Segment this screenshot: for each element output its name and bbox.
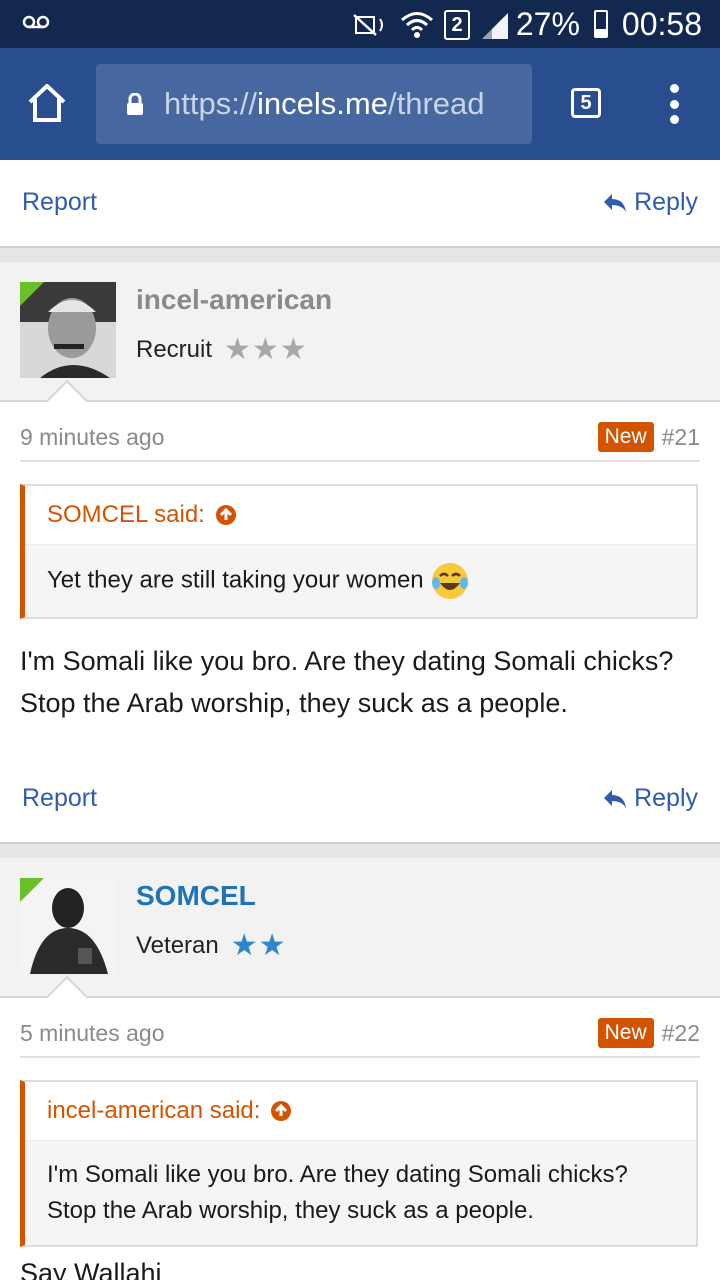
sim-indicator: 2 xyxy=(444,10,470,40)
home-icon[interactable] xyxy=(26,82,68,124)
url-bar[interactable]: https://incels.me/thread xyxy=(96,64,532,144)
user-rank-title: Veteran xyxy=(136,931,219,959)
battery-percent: 27% xyxy=(515,5,580,42)
arrow-up-circle-icon[interactable] xyxy=(270,1100,292,1122)
username[interactable]: incel-american xyxy=(136,284,332,316)
crying-laughing-emoji-icon xyxy=(432,563,469,599)
post-user-block: incel-american Recruit ★★★ xyxy=(0,262,720,423)
quote-text: Yet they are still taking your women xyxy=(25,545,696,617)
online-indicator xyxy=(20,878,44,902)
new-badge: New xyxy=(597,1018,654,1048)
new-badge: New xyxy=(597,422,654,452)
username[interactable]: SOMCEL xyxy=(136,880,256,912)
post-user-block: SOMCEL Veteran ★★ xyxy=(0,858,720,1019)
post-message: I'm Somali like you bro. Are they dating… xyxy=(20,646,674,718)
quote-header[interactable]: incel-american said: xyxy=(25,1082,696,1141)
rank-stars-icon: ★★ xyxy=(230,929,287,962)
post-number[interactable]: #22 xyxy=(662,1020,700,1047)
quote-text: I'm Somali like you bro. Are they dating… xyxy=(25,1141,696,1245)
post-actions: Report Reply xyxy=(22,784,698,813)
post-meta: 9 minutes ago New #21 xyxy=(20,414,700,462)
rank-stars-icon: ★★★ xyxy=(224,333,308,366)
avatar[interactable] xyxy=(20,282,116,378)
user-rank-title: Recruit xyxy=(136,335,213,363)
quote-block: SOMCEL said: Yet they are still taking y… xyxy=(20,484,698,619)
user-rank: Veteran ★★ xyxy=(136,928,287,963)
thread-content: Report Reply incel-american Recruit ★★★ xyxy=(0,160,720,1280)
reply-button[interactable]: Reply xyxy=(602,188,698,217)
lock-icon xyxy=(127,93,143,115)
url-text: https://incels.me/thread xyxy=(164,86,485,121)
post-meta: 5 minutes ago New #22 xyxy=(20,1010,700,1058)
reply-button[interactable]: Reply xyxy=(602,784,698,813)
clock: 00:58 xyxy=(621,5,702,42)
prev-post-actions: Report Reply xyxy=(22,188,698,217)
signal-icon xyxy=(482,13,508,39)
quote-author: incel-american said: xyxy=(47,1097,261,1124)
avatar[interactable] xyxy=(20,878,116,974)
reply-icon xyxy=(604,193,627,212)
quote-block: incel-american said: I'm Somali like you… xyxy=(20,1080,698,1247)
mute-icon xyxy=(353,14,383,36)
wifi-icon xyxy=(401,12,433,38)
online-indicator xyxy=(20,282,44,306)
reply-icon xyxy=(604,789,627,808)
arrow-up-circle-icon[interactable] xyxy=(215,504,237,526)
post-number[interactable]: #21 xyxy=(662,424,700,451)
battery-icon xyxy=(593,10,608,38)
post-time[interactable]: 5 minutes ago xyxy=(20,1020,164,1047)
overflow-menu-icon[interactable] xyxy=(664,84,684,124)
quote-author: SOMCEL said: xyxy=(47,501,205,528)
quote-header[interactable]: SOMCEL said: xyxy=(25,486,696,545)
report-link[interactable]: Report xyxy=(22,784,97,813)
post-message: Say Wallahi xyxy=(20,1258,162,1280)
status-bar: 2 27% 00:58 xyxy=(0,0,720,48)
tab-switcher-button[interactable]: 5 xyxy=(571,88,601,118)
browser-toolbar: https://incels.me/thread 5 xyxy=(0,48,720,160)
voicemail-icon xyxy=(22,15,50,29)
post-time[interactable]: 9 minutes ago xyxy=(20,424,164,451)
user-rank: Recruit ★★★ xyxy=(136,332,308,367)
report-link[interactable]: Report xyxy=(22,188,97,217)
